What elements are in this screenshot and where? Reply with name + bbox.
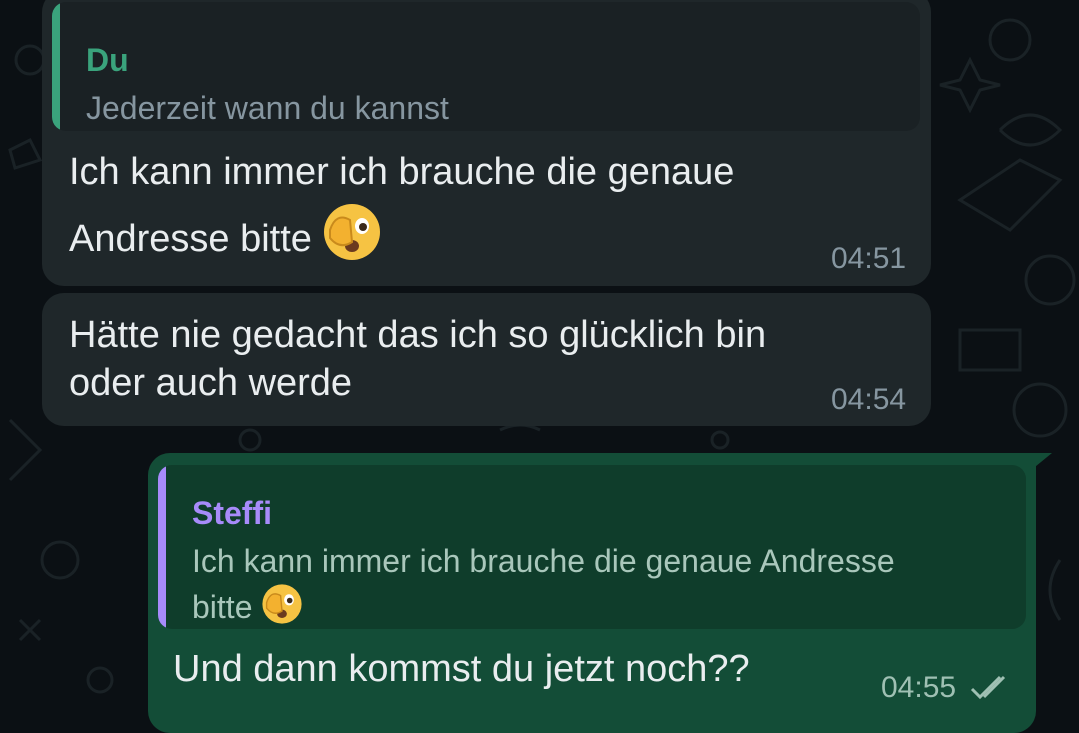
message-text-line-2: Andresse bitte xyxy=(69,202,382,280)
message-text: Andresse bitte xyxy=(69,218,312,261)
quote-author: Steffi xyxy=(192,495,272,531)
message-timestamp: 04:51 xyxy=(831,242,907,275)
quote-text: Jederzeit wann du kannst xyxy=(86,90,449,126)
quote-accent-bar xyxy=(158,465,166,629)
quote-text: bitte xyxy=(192,588,253,625)
message-timestamp: 04:54 xyxy=(831,383,907,416)
peeking-face-emoji-icon xyxy=(261,583,303,629)
message-text-line-2: oder auch werde xyxy=(69,362,353,404)
outgoing-message-3[interactable]: Steffi Ich kann immer ich brauche die ge… xyxy=(148,453,1052,733)
quote-author: Du xyxy=(86,42,129,78)
quote-text-line-1: Ich kann immer ich brauche die genaue An… xyxy=(192,543,895,579)
quote-text-line-2: bitte xyxy=(192,583,303,629)
message-timestamp: 04:55 xyxy=(881,671,957,704)
peeking-face-emoji-icon xyxy=(322,202,382,280)
message-text-line-1: Ich kann immer ich brauche die genaue xyxy=(69,151,735,193)
incoming-message-2[interactable]: Hätte nie gedacht das ich so glücklich b… xyxy=(42,293,931,426)
reply-quote[interactable]: Steffi Ich kann immer ich brauche die ge… xyxy=(158,465,1026,629)
double-check-icon xyxy=(970,675,1006,700)
bubble-tail xyxy=(1030,453,1052,471)
reply-quote[interactable]: Du Jederzeit wann du kannst xyxy=(52,2,920,131)
incoming-message-1[interactable]: Du Jederzeit wann du kannst Ich kann imm… xyxy=(42,0,931,286)
message-text: Und dann kommst du jetzt noch?? xyxy=(173,648,750,690)
quote-accent-bar xyxy=(52,2,60,131)
